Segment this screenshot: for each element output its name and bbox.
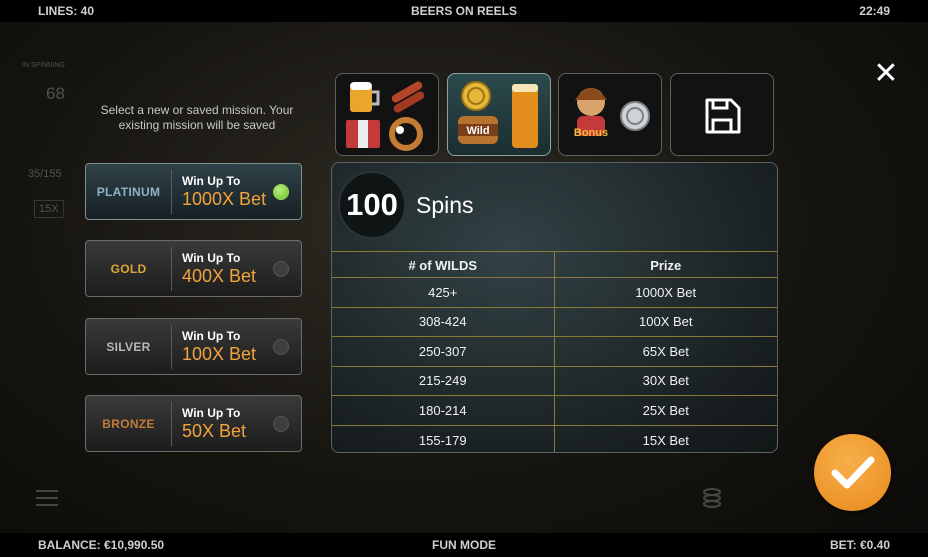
spins-label: Spins [416,191,474,218]
selection-radio[interactable] [273,339,289,355]
prize-cell: 30X Bet [554,365,777,396]
coins-icon [703,488,721,508]
spins-count: 100 [346,187,398,222]
tier-label: GOLD [86,246,172,291]
mission-details-panel: 100 Spins # of WILDS Prize 425+ 1000X Bet… [331,162,778,453]
prize-cell: 65X Bet [554,336,777,366]
mission-platinum[interactable]: PLATINUM Win Up To 1000X Bet [85,163,302,220]
barmaid-icon: Bonus [574,88,608,139]
selection-radio[interactable] [273,416,289,432]
wilds-cell: 250-307 [332,336,555,366]
prize-table: # of WILDS Prize 425+ 1000X Bet 308-424 10… [332,251,777,452]
confirm-button[interactable] [814,434,891,511]
gold-coin-icon [461,81,491,111]
close-icon: ✕ [873,56,899,91]
table-header-row: # of WILDS Prize [332,251,777,278]
pretzel-icon [389,117,423,151]
bottom-bar: BALANCE: €10,990.50 FUN MODE BET: €0.40 [0,533,928,557]
tier-label: PLATINUM [86,169,172,214]
close-button[interactable]: ✕ [872,59,900,89]
table-row: 180-214 25X Bet [332,395,777,425]
mode-indicator: FUN MODE [432,538,496,552]
prize-cell: 15X Bet [554,424,777,452]
save-icon [705,98,741,134]
table-row: 215-249 30X Bet [332,365,777,396]
silver-coin-icon [620,101,650,131]
wilds-cell: 180-214 [332,395,555,425]
prize-cell: 100X Bet [554,306,777,337]
bet-amount: BET: €0.40 [829,538,890,552]
prize-cell: 25X Bet [554,395,777,425]
bg-spin-count: 68 [46,84,65,103]
table-row: 308-424 100X Bet [332,306,777,337]
symbols-tab[interactable] [335,73,439,156]
selection-radio[interactable] [273,261,289,277]
spins-header: 100 Spins [338,171,474,239]
selection-radio[interactable] [273,184,289,200]
clock: 22:49 [859,4,890,18]
mission-bronze[interactable]: BRONZE Win Up To 50X Bet [85,395,302,452]
symbols-tab-art [346,81,425,151]
accordion-icon [346,120,380,148]
tier-label: BRONZE [86,401,172,446]
menu-icon [36,490,58,511]
column-header-wilds: # of WILDS [332,251,555,278]
top-bar: LINES: 40 BEERS ON REELS 22:49 [0,0,928,22]
wilds-cell: 155-179 [332,424,555,452]
svg-text:Bonus: Bonus [574,127,608,139]
sausages-icon [391,81,425,113]
saved-tab[interactable] [670,73,774,156]
spins-badge: 100 [338,171,406,239]
tier-label: SILVER [86,324,172,369]
game-title: BEERS ON REELS [410,4,518,18]
bonus-tab-art: Bonus [574,88,650,139]
table-row: 155-179 15X Bet [332,424,777,452]
bg-progress: 35/155 [28,168,62,180]
mission-silver[interactable]: SILVER Win Up To 100X Bet [85,318,302,375]
svg-text:Wild: Wild [466,125,489,137]
table-row: 425+ 1000X Bet [332,277,777,307]
column-header-prize: Prize [554,251,777,278]
prize-cell: 1000X Bet [554,277,777,307]
intro-text: Select a new or saved mission. Your exis… [100,103,294,132]
background-hud: IN SPINNING 68 35/155 15X [22,58,82,218]
bg-multiplier: 15X [34,200,64,218]
wild-barrel-icon: Wild [458,116,498,144]
table-row: 250-307 65X Bet [332,336,777,366]
checkmark-icon [831,456,874,488]
wilds-tab[interactable]: Wild [447,73,551,156]
bonus-tab[interactable]: Bonus [558,73,662,156]
mission-gold[interactable]: GOLD Win Up To 400X Bet [85,240,302,297]
wilds-cell: 215-249 [332,365,555,396]
beer-glass-icon [512,84,538,148]
wilds-cell: 425+ [332,277,555,307]
bg-spinning-label: IN SPINNING [22,62,65,69]
wilds-cell: 308-424 [332,306,555,337]
wilds-tab-art: Wild [458,81,538,148]
beer-mug-icon [350,82,380,112]
